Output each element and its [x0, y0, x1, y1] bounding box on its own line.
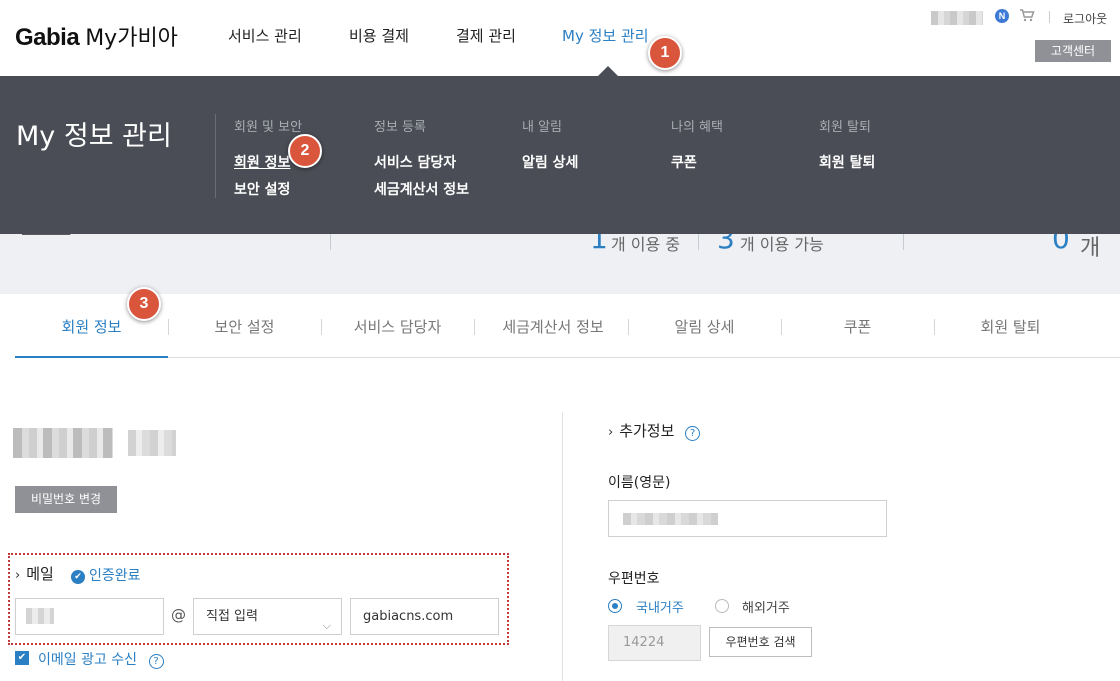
top-header: Gabia My가비아 서비스 관리 비용 결제 결제 관리 My 정보 관리 N…	[0, 0, 1120, 76]
customer-center-button[interactable]: 고객센터	[1035, 40, 1111, 62]
menu-link-service-manager[interactable]: 서비스 담당자	[374, 152, 456, 172]
cart-icon-svg	[1020, 9, 1035, 22]
email-ad-consent-label: 이메일 광고 수신 ?	[38, 649, 164, 669]
band-divider	[330, 234, 331, 250]
tab-tax-invoice[interactable]: 세금계산서 정보	[474, 316, 632, 337]
radio-overseas[interactable]	[715, 599, 729, 613]
band-label-fragment: ━━━━━	[22, 234, 70, 243]
active-tab-indicator	[15, 356, 168, 358]
band-divider	[698, 234, 699, 250]
tabs-baseline	[15, 357, 1120, 358]
group-heading-my-benefits: 나의 혜택	[671, 120, 723, 135]
menu-link-alert-details[interactable]: 알림 상세	[522, 152, 578, 172]
chevron-down-icon: ⌵	[322, 619, 331, 632]
english-name-blurred	[623, 513, 718, 525]
logout-link[interactable]: 로그아웃	[1063, 10, 1107, 27]
tab-coupon[interactable]: 쿠폰	[781, 316, 934, 337]
ad-consent-text: 이메일 광고 수신	[38, 652, 138, 668]
step-badge-2: 2	[288, 134, 322, 168]
email-verified-status: ✔ 인증완료	[71, 565, 141, 585]
domain-value: gabiacns.com	[363, 609, 454, 624]
notification-icon[interactable]: N	[995, 9, 1009, 23]
nav-my-info-management[interactable]: My 정보 관리	[562, 25, 649, 46]
tab-alert-details[interactable]: 알림 상세	[628, 316, 781, 337]
menu-link-member-info[interactable]: 회원 정보	[234, 152, 290, 172]
extra-info-title: › 추가정보 ?	[608, 420, 701, 441]
chevron-right-icon: ›	[15, 568, 21, 583]
tab-security-settings[interactable]: 보안 설정	[168, 316, 321, 337]
radio-domestic[interactable]	[608, 599, 622, 613]
postcode-search-button[interactable]: 우편번호 검색	[709, 627, 812, 657]
check-circle-icon: ✔	[71, 570, 85, 584]
right-count: 0	[1052, 234, 1070, 255]
radio-overseas-label: 해외거주	[742, 601, 790, 616]
summary-band: ━━━━━ 1 개 이용 중 3 개 이용 가능 0 개	[0, 234, 1120, 294]
tab-service-manager[interactable]: 서비스 담당자	[321, 316, 474, 337]
chevron-right-icon: ›	[608, 425, 614, 440]
sub-tabs: 회원 정보 보안 설정 서비스 담당자 세금계산서 정보 알림 상세 쿠폰 회원…	[0, 294, 1120, 360]
nav-billing-payment[interactable]: 비용 결제	[349, 25, 409, 46]
step-badge-3: 3	[127, 287, 161, 321]
menu-link-tax-invoice[interactable]: 세금계산서 정보	[374, 179, 469, 199]
change-password-button[interactable]: 비밀번호 변경	[15, 486, 117, 513]
available-count: 3	[717, 234, 735, 255]
menu-link-withdrawal[interactable]: 회원 탈퇴	[819, 152, 875, 172]
email-local-value-blurred	[26, 608, 54, 624]
postcode-label: 우편번호	[608, 571, 660, 587]
email-domain-input[interactable]: gabiacns.com	[350, 598, 499, 635]
in-use-count: 1	[590, 234, 608, 255]
email-ad-consent-checkbox[interactable]: ✔	[15, 651, 29, 665]
menu-link-coupon[interactable]: 쿠폰	[671, 152, 697, 172]
user-name-blurred	[931, 11, 983, 25]
right-unit: 개	[1080, 236, 1101, 261]
group-heading-withdrawal: 회원 탈퇴	[819, 120, 871, 135]
nav-service-management[interactable]: 서비스 관리	[228, 25, 302, 46]
gabia-logo[interactable]: Gabia My가비아	[15, 20, 178, 52]
help-icon[interactable]: ?	[148, 654, 164, 669]
menu-link-security-settings[interactable]: 보안 설정	[234, 179, 290, 199]
english-name-label: 이름(영문)	[608, 475, 671, 491]
member-id-blurred	[128, 430, 176, 456]
email-domain-select[interactable]: 직접 입력 ⌵	[193, 598, 342, 635]
verified-label: 인증완료	[89, 568, 141, 584]
domain-select-value: 직접 입력	[206, 609, 258, 624]
menu-caret	[598, 66, 618, 76]
logo-sub: My가비아	[85, 26, 178, 51]
at-sign: @	[171, 606, 186, 624]
dropdown-title: My 정보 관리	[16, 121, 172, 152]
email-section-title: › 메일	[15, 563, 54, 584]
extra-title-text: 추가정보	[619, 422, 675, 440]
available-label: 개 이용 가능	[740, 235, 824, 254]
logo-brand: Gabia	[15, 24, 80, 51]
postcode-input[interactable]: 14224	[608, 625, 701, 661]
nav-payment-management[interactable]: 결제 관리	[456, 25, 516, 46]
band-divider	[903, 234, 904, 250]
group-heading-member-security: 회원 및 보안	[234, 120, 303, 135]
step-badge-1: 1	[648, 36, 682, 70]
group-heading-my-alerts: 내 알림	[522, 120, 563, 135]
member-name-blurred	[13, 428, 113, 458]
my-info-dropdown-menu: My 정보 관리 회원 및 보안 회원 정보 보안 설정 정보 등록 서비스 담…	[0, 76, 1120, 234]
email-title-text: 메일	[26, 565, 54, 583]
in-use-label: 개 이용 중	[611, 235, 681, 254]
group-heading-info-registration: 정보 등록	[374, 120, 426, 135]
radio-domestic-label: 국내거주	[636, 601, 684, 616]
dropdown-divider	[215, 114, 216, 198]
help-icon[interactable]: ?	[685, 426, 701, 441]
column-divider	[562, 412, 563, 681]
header-divider	[1049, 11, 1050, 23]
cart-icon[interactable]	[1019, 8, 1035, 26]
tab-withdrawal[interactable]: 회원 탈퇴	[934, 316, 1087, 337]
